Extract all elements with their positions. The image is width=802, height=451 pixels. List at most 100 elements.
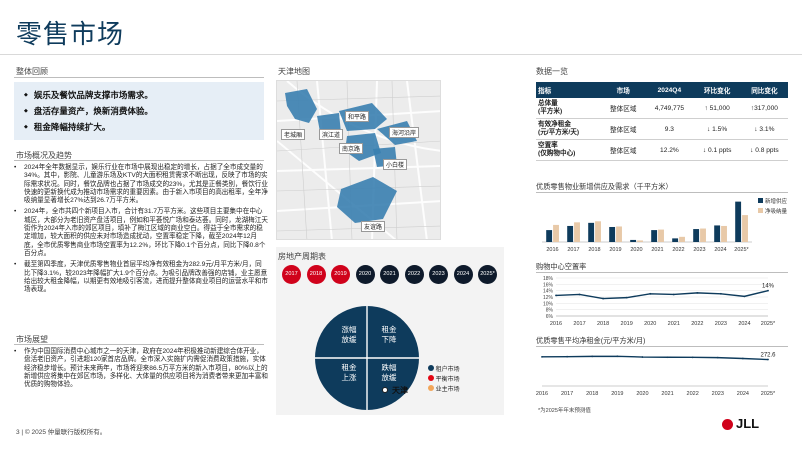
data-point <box>743 295 746 298</box>
map-district-label: 友谊路 <box>361 221 386 232</box>
data-point <box>716 356 719 359</box>
legend-swatch <box>428 365 434 371</box>
bar <box>616 226 622 242</box>
cycle-year: 2020 <box>355 265 375 284</box>
legend-item: 租户市场 <box>428 365 460 375</box>
vacancy-chart-title: 购物中心空置率 <box>536 262 587 271</box>
table-cell: 整体区域 <box>601 98 646 119</box>
footer-text: 3 | © 2025 仲量联行版权所有。 <box>16 429 107 436</box>
x-tick-label: 2018 <box>588 247 600 253</box>
table-row: 空置率 (仅购物中心) 整体区域 12.2% ↓ 0.1 ppts ↓ 0.8 ppts <box>536 139 788 161</box>
table-cell: 整体区域 <box>601 139 646 161</box>
x-tick-label: 2023 <box>715 321 727 327</box>
vacancy-chart: 6%8%10%12%14%16%18%2016 2017 2018 2019 2020 2… <box>543 276 776 327</box>
x-tick-label: 2025* <box>761 391 776 397</box>
rent-chart: 2016 2017 2018 2019 2020 2021 2022 2023 2024 2025… <box>536 353 776 397</box>
x-tick-label: 2016 <box>536 391 548 397</box>
x-tick-label: 2021 <box>651 247 663 253</box>
chart-note: *为2025年年末预测值 <box>538 408 591 414</box>
bar <box>658 229 664 242</box>
data-point <box>625 296 628 299</box>
bar <box>721 225 727 242</box>
bar <box>546 230 553 242</box>
bar <box>735 201 742 242</box>
table-label: 数据一览 <box>536 67 568 76</box>
table-header: 市场 <box>601 82 646 98</box>
bar <box>574 222 580 242</box>
summary-point: 租金降幅持续扩大。 <box>24 119 264 135</box>
overview-text: 2024年全年数据显示，娱乐行业在市场中展现出稳定的增长，占据了全市成交量的34… <box>14 164 268 297</box>
summary-divider <box>14 77 264 78</box>
legend-swatch <box>758 198 763 203</box>
x-tick-label: 2018 <box>597 321 609 327</box>
cycle-label: 房地产周期表 <box>278 252 326 261</box>
x-tick-label: 2019 <box>609 247 621 253</box>
page-title: 零售市场 <box>16 19 125 49</box>
x-tick-label: 2025* <box>761 321 776 327</box>
data-point <box>719 292 722 295</box>
map-label: 天津地图 <box>278 67 310 76</box>
legend-swatch <box>428 375 434 381</box>
legend-item: 业主市场 <box>428 385 460 395</box>
cycle-year: 2022 <box>404 265 424 284</box>
supply-chart-title: 优质零售物业新增供应及需求（千平方米） <box>536 182 673 191</box>
data-point <box>767 289 769 292</box>
data-point <box>578 293 581 296</box>
map-district-label: 和平路 <box>345 111 370 122</box>
x-tick-label: 2025* <box>734 247 749 253</box>
x-tick-label: 2021 <box>668 321 680 327</box>
table-row: 总体量 (平方米) 整体区域 4,749,775 ↑ 51,000 ↑317,000 <box>536 98 788 119</box>
data-point <box>767 358 769 361</box>
cycle-year: 2018 <box>306 265 326 284</box>
bar <box>609 226 616 242</box>
bar <box>567 225 574 242</box>
cycle-year: 2025* <box>478 265 497 284</box>
end-value-label: 272.6 <box>760 353 776 359</box>
data-point <box>672 293 675 296</box>
legend-swatch <box>758 208 763 213</box>
data-point <box>602 297 605 300</box>
tianjin-map: 和平路 老城厢 滨江道 海河沿岸 南京路 小白楼 友谊路 <box>276 80 441 240</box>
table-cell: 有效净租金 (元/平方米/天) <box>536 118 602 140</box>
table-cell: 整体区域 <box>601 118 646 140</box>
map-district-label: 老城厢 <box>281 129 306 140</box>
quadrant-label: 跌幅放缓 <box>381 363 397 382</box>
table-header: 环比变化 <box>693 82 741 98</box>
table-cell: ↓ 0.1 ppts <box>693 139 741 161</box>
y-tick-label: 14% <box>543 289 554 295</box>
table-cell: 9.3 <box>645 118 694 140</box>
summary-box: 娱乐及餐饮品牌支撑市场需求。 盘活存量资产，焕新消费体验。 租金降幅持续扩大。 <box>14 82 264 140</box>
legend-label: 净吸纳量 <box>765 207 788 215</box>
cycle-year: 2024 <box>453 265 473 284</box>
table-header: 同比变化 <box>740 82 788 98</box>
y-tick-label: 6% <box>546 314 554 320</box>
data-point <box>541 355 543 358</box>
data-point <box>591 355 594 358</box>
x-tick-label: 2020 <box>644 321 656 327</box>
x-tick-label: 2017 <box>573 321 585 327</box>
x-tick-label: 2024 <box>737 391 749 397</box>
data-point <box>641 356 644 358</box>
x-tick-label: 2023 <box>693 247 705 253</box>
table-cell: ↓ 1.5% <box>693 118 741 140</box>
data-point <box>616 355 619 358</box>
cycle-year: 2017 <box>282 265 301 284</box>
supply-demand-chart: 2016 2017 2018 2019 2020 2021 2022 2023 2024 2025… <box>542 197 788 253</box>
x-tick-label: 2017 <box>567 247 579 253</box>
table-cell: ↑317,000 <box>740 98 788 119</box>
map-district-label: 小白楼 <box>383 159 408 170</box>
vacancy-chart-divider <box>536 272 788 273</box>
bar <box>714 225 721 242</box>
bar <box>672 238 679 242</box>
x-tick-label: 2022 <box>691 321 703 327</box>
jll-logo: JLL <box>736 416 760 431</box>
x-tick-label: 2021 <box>661 391 673 397</box>
city-marker <box>382 387 388 393</box>
map-graphic <box>277 81 440 239</box>
rent-chart-title: 优质零售平均净租金(元/平方米/月) <box>536 336 646 345</box>
overview-divider <box>14 160 264 161</box>
table-cell: 空置率 (仅购物中心) <box>536 139 602 161</box>
table-cell: ↓ 0.8 ppts <box>740 139 788 161</box>
x-tick-label: 2024 <box>738 321 750 327</box>
table-cell: 12.2% <box>645 139 694 161</box>
